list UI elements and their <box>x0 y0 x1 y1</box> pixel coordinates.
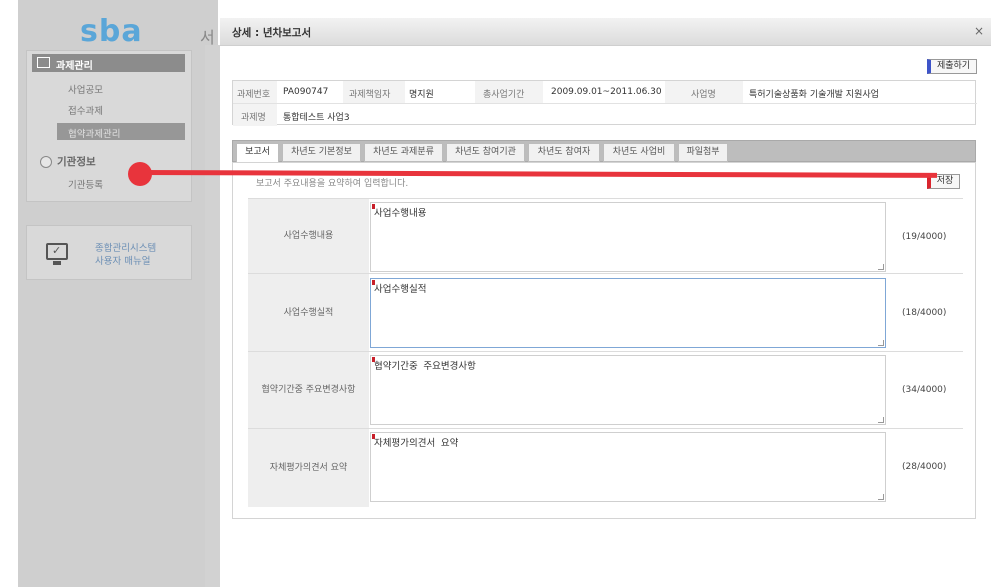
guide-text: 보고서 주요내용을 요약하여 입력합니다. <box>256 179 409 189</box>
resize-grip-icon[interactable] <box>878 264 884 270</box>
period-label: 총사업기간 <box>483 90 525 100</box>
sidebar-header-project[interactable]: 과제관리 <box>32 54 185 72</box>
project-name-value: 통합테스트 사업3 <box>283 113 350 123</box>
performance-textarea[interactable]: 사업수행실적 <box>370 278 886 348</box>
annotation-dot <box>128 162 152 186</box>
submit-button[interactable]: 제출하기 <box>927 59 977 74</box>
char-counter: (18/4000) <box>902 308 947 318</box>
tab-attachment[interactable]: 파일첨부 <box>678 143 728 162</box>
resize-grip-icon[interactable] <box>878 340 884 346</box>
row-label: 협약기간중 주요변경사항 <box>248 352 369 429</box>
content-textarea[interactable]: 사업수행내용 <box>370 202 886 272</box>
tab-next-category[interactable]: 차년도 과제분류 <box>364 143 443 162</box>
sba-logo[interactable]: sba <box>80 14 143 49</box>
sidebar-header-org[interactable]: 기관정보 <box>57 154 96 169</box>
modal-title: 상세 : 년차보고서 <box>232 27 312 39</box>
row-label: 사업수행내용 <box>248 199 369 274</box>
manager-label: 과제책임자 <box>349 90 391 100</box>
sidebar-header-label: 과제관리 <box>56 61 93 72</box>
project-name-label: 과제명 <box>241 113 266 123</box>
project-no-value: PA090747 <box>283 87 329 97</box>
project-info-table: 과제번호 PA090747 과제책임자 명지원 총사업기간 2009.09.01… <box>232 80 977 126</box>
resize-grip-icon[interactable] <box>878 494 884 500</box>
tab-next-basic[interactable]: 차년도 기본정보 <box>282 143 361 162</box>
tab-next-participant[interactable]: 차년도 참여자 <box>528 143 600 162</box>
info-row: 과제번호 PA090747 과제책임자 명지원 총사업기간 2009.09.01… <box>233 81 977 103</box>
char-counter: (19/4000) <box>902 232 947 242</box>
info-row: 과제명 통합테스트 사업3 <box>233 103 977 126</box>
report-modal: 상세 : 년차보고서 × 제출하기 과제번호 PA090747 과제책임자 명지… <box>220 18 991 587</box>
form-row: 사업수행실적 사업수행실적 (18/4000) <box>248 273 963 352</box>
folder-icon <box>37 57 50 68</box>
manual-link-line1[interactable]: 종합관리시스템 <box>95 240 156 254</box>
manager-value: 명지원 <box>409 90 434 100</box>
changes-textarea[interactable]: 협약기간중 주요변경사항 <box>370 355 886 425</box>
resize-grip-icon[interactable] <box>878 417 884 423</box>
tab-next-institution[interactable]: 차년도 참여기관 <box>446 143 525 162</box>
form-row: 자체평가의견서 요약 자체평가의견서 요약 (28/4000) <box>248 428 963 507</box>
char-counter: (28/4000) <box>902 462 947 472</box>
row-label: 자체평가의견서 요약 <box>248 429 369 507</box>
tab-report[interactable]: 보고서 <box>236 143 279 163</box>
evaluation-textarea[interactable]: 자체평가의견서 요약 <box>370 432 886 502</box>
tab-bar: 보고서 차년도 기본정보 차년도 과제분류 차년도 참여기관 차년도 참여자 차… <box>232 140 976 163</box>
row-label: 사업수행실적 <box>248 274 369 352</box>
sidebar-item-received[interactable]: 접수과제 <box>68 103 103 117</box>
business-value: 특허기술상품화 기술개발 지원사업 <box>749 90 879 100</box>
close-icon[interactable]: × <box>974 24 984 38</box>
modal-title-bar: 상세 : 년차보고서 × <box>220 18 991 46</box>
check-icon: ✓ <box>52 244 62 257</box>
sidebar-item-agreement[interactable]: 협약과제관리 <box>57 123 185 140</box>
period-value: 2009.09.01~2011.06.30 <box>551 87 662 97</box>
form-row: 사업수행내용 사업수행내용 (19/4000) <box>248 198 963 274</box>
sidebar-item-org-register[interactable]: 기관등록 <box>68 177 103 191</box>
tab-next-budget[interactable]: 차년도 사업비 <box>603 143 675 162</box>
form-row: 협약기간중 주요변경사항 협약기간중 주요변경사항 (34/4000) <box>248 351 963 429</box>
sidebar-item-apply[interactable]: 사업공모 <box>68 82 103 96</box>
business-label: 사업명 <box>691 90 716 100</box>
manual-link-line2[interactable]: 사용자 매뉴얼 <box>95 253 150 267</box>
cursor-circle-icon <box>40 156 52 168</box>
char-counter: (34/4000) <box>902 385 947 395</box>
project-no-label: 과제번호 <box>237 90 271 100</box>
